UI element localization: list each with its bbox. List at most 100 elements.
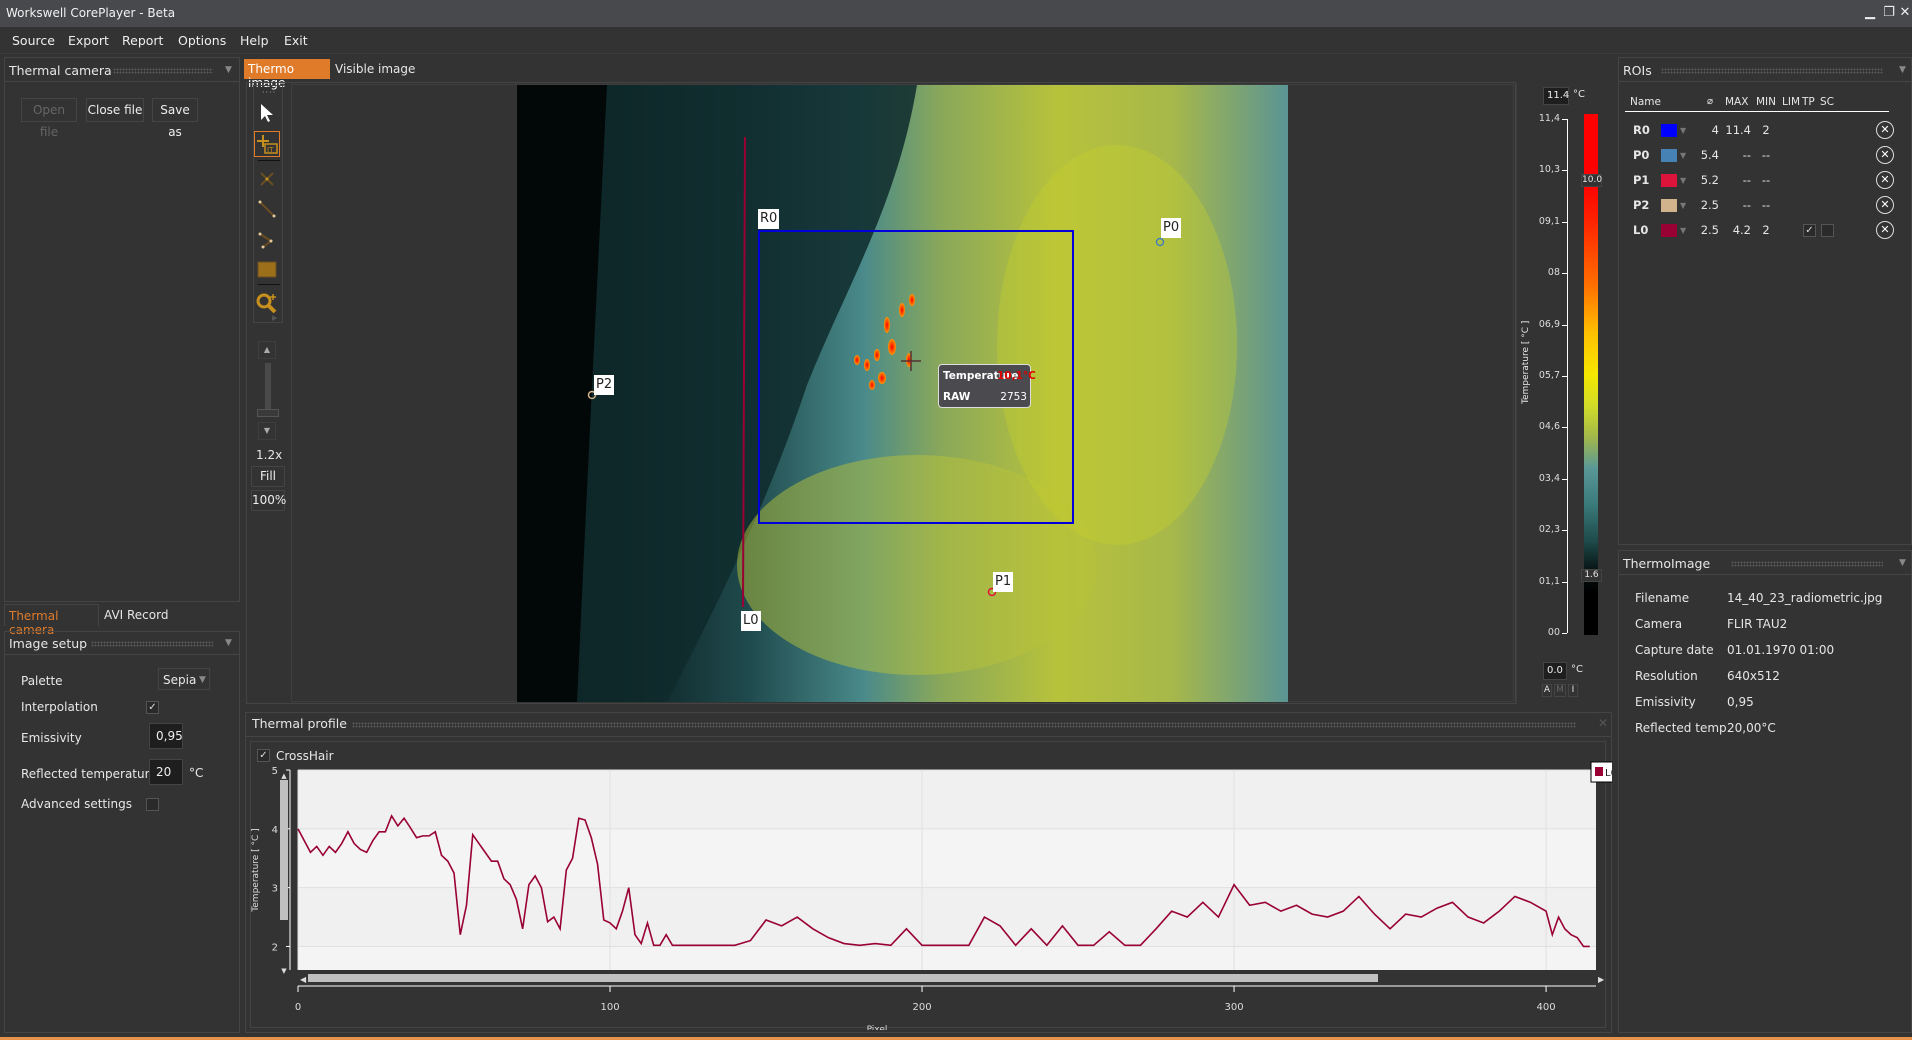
info-label: Capture date (1635, 643, 1714, 657)
scale-tick-label: 02,3 (1538, 524, 1560, 536)
roi-color-swatch[interactable] (1661, 124, 1677, 137)
colorbar[interactable] (1584, 114, 1598, 635)
roi-color-swatch[interactable] (1661, 149, 1677, 162)
roi-row[interactable]: R0 ▼ 4 11.4 2 ✕ (1625, 118, 1905, 143)
crosshair-tool-icon[interactable]: IT (254, 131, 280, 157)
polyline-tool-icon[interactable] (254, 226, 280, 252)
menu-export[interactable]: Export (68, 33, 109, 48)
zoom-slider-track[interactable] (265, 363, 271, 413)
actual-size-button[interactable]: 100% (251, 490, 286, 511)
roi-row[interactable]: P0 ▼ 5.4 -- -- ✕ (1625, 143, 1905, 168)
scale-tick-mark (1562, 324, 1567, 326)
roi-row[interactable]: P2 ▼ 2.5 -- -- ✕ (1625, 193, 1905, 218)
expand-icon[interactable]: ▶ (272, 314, 277, 322)
menu-exit[interactable]: Exit (284, 33, 308, 48)
chevron-down-icon[interactable]: ▼ (1680, 201, 1686, 210)
profile-chart[interactable]: 2 3 4 5 0 100 200 300 400 Pixel Temperature [ °C ]… (245, 760, 1612, 1030)
interpolation-checkbox[interactable]: ✓ (146, 701, 159, 714)
tab-thermal-camera[interactable]: Thermal camera (4, 604, 99, 637)
scale-interactive-button[interactable]: I (1568, 684, 1578, 697)
chevron-down-icon[interactable]: ▼ (1899, 558, 1906, 568)
chevron-down-icon[interactable]: ▼ (225, 65, 232, 75)
zoom-slider-handle[interactable] (257, 409, 279, 417)
zoom-in-tool-icon[interactable] (254, 290, 280, 316)
close-icon[interactable]: ✕ (1896, 4, 1912, 22)
palette-select[interactable]: Sepia ▼ (158, 668, 210, 690)
point-tool-icon[interactable] (254, 166, 280, 192)
roi-min: 2 (1762, 123, 1770, 137)
scale-min-input[interactable]: 0.0 (1543, 662, 1567, 680)
select-pointer-icon[interactable] (254, 100, 280, 126)
emissivity-input[interactable]: 0,95 (149, 723, 183, 749)
line-tool-icon[interactable] (254, 196, 280, 222)
tab-avi-record[interactable]: AVI Record (100, 604, 170, 626)
chevron-down-icon[interactable]: ▼ (1680, 126, 1686, 135)
scale-axis (1567, 119, 1568, 633)
y-tick-label: 5 (272, 766, 278, 777)
chevron-down-icon[interactable]: ▼ (1680, 226, 1686, 235)
reflected-temperature-input[interactable]: 20 (149, 759, 183, 785)
title-bar: Workswell CorePlayer - Beta ▁ ❐ ✕ (0, 0, 1912, 27)
toolbar-divider (258, 160, 280, 161)
roi-label-P1: P1 (993, 572, 1014, 592)
roi-label-P0: P0 (1161, 218, 1182, 238)
drag-handle[interactable] (1661, 68, 1883, 74)
menu-help[interactable]: Help (240, 33, 269, 48)
grip-icon[interactable]: ···· (262, 88, 276, 97)
tab-visible-image[interactable]: Visible image (332, 59, 418, 79)
chevron-down-icon[interactable]: ▼ (1680, 151, 1686, 160)
drag-handle[interactable] (1731, 561, 1883, 567)
roi-color-swatch[interactable] (1661, 224, 1677, 237)
menu-options[interactable]: Options (178, 33, 226, 48)
scale-tick-label: 09,1 (1538, 215, 1560, 227)
scroll-right-icon: ▶ (1598, 975, 1605, 984)
drag-handle[interactable] (91, 641, 213, 647)
x-tick-label: 0 (295, 1002, 301, 1013)
scale-max-input[interactable]: 11.4 (1543, 87, 1569, 105)
chevron-down-icon[interactable]: ▼ (1899, 65, 1906, 75)
scale-tick-mark (1562, 376, 1567, 377)
roi-sc-checkbox[interactable] (1821, 224, 1834, 237)
remove-roi-icon[interactable]: ✕ (1876, 196, 1894, 214)
chevron-down-icon[interactable]: ▼ (225, 638, 232, 648)
x-tick-label: 400 (1537, 1002, 1556, 1013)
thermal-image[interactable]: R0 P0 P1 P2 L0 Temperature 10,1°C RAW 27… (517, 85, 1288, 702)
roi-max: 11.4 (1725, 123, 1751, 137)
fill-button[interactable]: Fill (251, 466, 285, 487)
vertical-scrollbar[interactable] (280, 780, 288, 920)
roi-min: 2 (1762, 223, 1770, 237)
remove-roi-icon[interactable]: ✕ (1876, 146, 1894, 164)
drag-handle[interactable] (352, 722, 1576, 728)
menu-source[interactable]: Source (12, 33, 55, 48)
roi-row[interactable]: L0 ▼ 2.5 4.2 2 ✓ ✕ (1625, 218, 1905, 243)
zoom-up-button[interactable]: ▲ (258, 341, 276, 359)
remove-roi-icon[interactable]: ✕ (1876, 221, 1894, 239)
roi-color-swatch[interactable] (1661, 199, 1677, 212)
save-as-button[interactable]: Save as (152, 98, 198, 139)
scale-axis-label: Temperature [ °C ] (1521, 320, 1531, 404)
chevron-down-icon[interactable]: ▼ (1680, 176, 1686, 185)
scale-tick-label: 06,9 (1538, 318, 1560, 330)
scale-manual-button[interactable]: M (1554, 684, 1566, 697)
roi-row[interactable]: P1 ▼ 5.2 -- -- ✕ (1625, 168, 1905, 193)
roi-color-swatch[interactable] (1661, 174, 1677, 187)
horizontal-scrollbar[interactable] (308, 974, 1378, 982)
drag-handle[interactable] (113, 68, 213, 74)
scale-upper-marker[interactable]: 10.0 (1581, 174, 1602, 187)
scale-tick-label: 08 (1547, 267, 1560, 279)
remove-roi-icon[interactable]: ✕ (1876, 171, 1894, 189)
scale-auto-button[interactable]: A (1542, 684, 1552, 697)
open-file-button[interactable]: Open file (21, 98, 77, 139)
scale-tick-mark (1562, 273, 1567, 275)
roi-tp-checkbox[interactable]: ✓ (1803, 224, 1816, 237)
rectangle-tool-icon[interactable] (254, 256, 280, 282)
menu-report[interactable]: Report (122, 33, 163, 48)
advanced-settings-checkbox[interactable] (146, 798, 159, 811)
remove-roi-icon[interactable]: ✕ (1876, 121, 1894, 139)
close-file-button[interactable]: Close file (86, 98, 144, 122)
zoom-down-button[interactable]: ▼ (258, 422, 276, 440)
close-icon[interactable]: ✕ (1598, 716, 1608, 730)
scale-lower-marker[interactable]: 1.6 (1581, 569, 1602, 582)
tab-thermo-image[interactable]: Thermo image (244, 59, 330, 90)
minimize-icon[interactable]: ▁ (1861, 4, 1879, 22)
